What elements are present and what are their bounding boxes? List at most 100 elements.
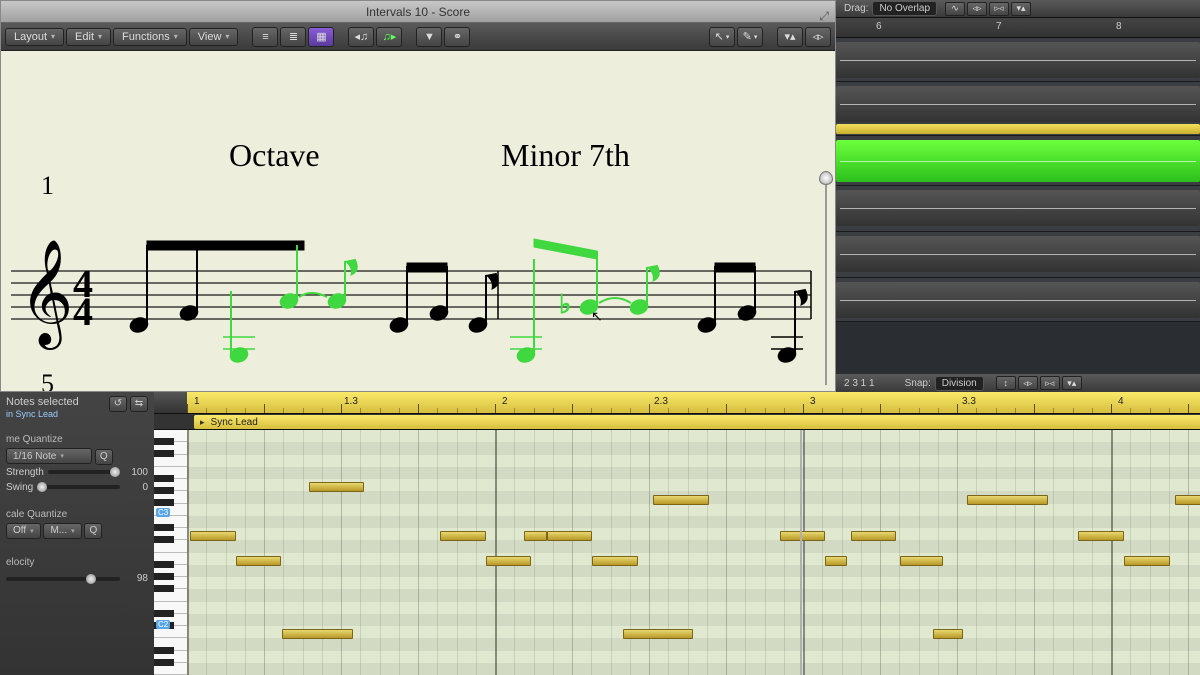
region-name: Sync Lead — [194, 415, 1200, 429]
scale-quantize-button[interactable]: Q — [84, 523, 102, 539]
midi-note[interactable] — [653, 495, 709, 505]
window-titlebar[interactable]: Intervals 10 - Score ⤢ — [1, 1, 835, 23]
time-quantize-value[interactable]: 1/16 Note — [6, 448, 92, 464]
ruler-num: 7 — [996, 21, 1002, 32]
pr-playhead[interactable] — [800, 430, 802, 675]
score-toolbar: Layout Edit Functions View ≡ ≣ ▦ ◂♫ ♫▸ ▼… — [1, 23, 835, 51]
score-playhead[interactable] — [819, 171, 833, 371]
midi-note[interactable] — [309, 482, 365, 492]
midi-note[interactable] — [851, 531, 897, 541]
svg-text:♭: ♭ — [559, 290, 571, 319]
key-label-c3: C3 — [156, 508, 170, 517]
swing-label: Swing — [6, 482, 33, 493]
midi-note[interactable] — [524, 531, 546, 541]
midi-note[interactable] — [592, 556, 638, 566]
midi-note[interactable] — [825, 556, 847, 566]
score-canvas[interactable]: Octave Minor 7th 1 5 𝄞 4 4 — [1, 51, 835, 391]
pointer-tool-icon[interactable]: ↖ — [709, 27, 735, 47]
inspector-header: Notes selected — [6, 396, 79, 408]
loop-icon[interactable]: ↺ — [109, 396, 127, 412]
time-quantize-label: me Quantize — [6, 434, 148, 445]
functions-menu[interactable]: Functions — [113, 28, 187, 46]
track-row[interactable] — [836, 186, 1200, 232]
midi-note[interactable] — [547, 531, 593, 541]
swing-slider[interactable] — [37, 485, 120, 489]
tool-waveform-icon[interactable]: ∿ — [945, 2, 965, 16]
view-mode-1-icon[interactable]: ≡ — [252, 27, 278, 47]
midi-note[interactable] — [623, 629, 694, 639]
velocity-label: elocity — [6, 557, 148, 568]
inspector-sub: in Sync Lead — [6, 409, 58, 419]
catch-icon[interactable]: ▼ — [416, 27, 442, 47]
pr-ruler[interactable]: 1 1.3 2 2.3 3 3.3 4 — [154, 392, 1200, 414]
svg-text:𝄞: 𝄞 — [19, 240, 73, 350]
tool-zoom-h-icon[interactable]: ◃▹ — [1018, 376, 1038, 390]
piano-keyboard[interactable]: C3 C2 — [154, 430, 187, 675]
tool-catch-icon[interactable]: ↕ — [996, 376, 1016, 390]
edit-menu[interactable]: Edit — [66, 28, 111, 46]
ruler-num: 6 — [876, 21, 882, 32]
pr-inspector: Notes selected ↺ ⇆ in Sync Lead me Quant… — [0, 392, 154, 675]
svg-text:4: 4 — [73, 289, 93, 334]
view-mode-2-icon[interactable]: ≣ — [280, 27, 306, 47]
layout-menu[interactable]: Layout — [5, 28, 64, 46]
snap-bar: 2 3 1 1 Snap: Division ↕ ◃▹ ▹◃ ▾▴ — [836, 374, 1200, 392]
midi-note[interactable] — [900, 556, 943, 566]
track-row[interactable] — [836, 232, 1200, 278]
midi-note[interactable] — [967, 495, 1048, 505]
midi-out-icon[interactable]: ♫▸ — [376, 27, 402, 47]
key-label-c2: C2 — [156, 620, 170, 629]
position-readout: 2 3 1 1 — [844, 378, 875, 389]
track-row[interactable] — [836, 38, 1200, 82]
velocity-slider[interactable] — [6, 577, 120, 581]
track-row[interactable] — [836, 122, 1200, 136]
tool-zoom-out-icon[interactable]: ◃▹ — [967, 2, 987, 16]
piano-roll: Notes selected ↺ ⇆ in Sync Lead me Quant… — [0, 392, 1200, 675]
snap-label: Snap: — [905, 378, 931, 389]
arrange-toolbar: Drag: No Overlap ∿ ◃▹ ▹◃ ▾▴ — [836, 0, 1200, 18]
zoom-h-icon[interactable]: ◃▹ — [805, 27, 831, 47]
velocity-value: 98 — [124, 573, 148, 584]
midi-note[interactable] — [236, 556, 282, 566]
track-row[interactable] — [836, 136, 1200, 186]
bar-number: 1 — [41, 171, 54, 201]
strength-slider[interactable] — [48, 470, 120, 474]
interval-label-minor7: Minor 7th — [501, 137, 630, 174]
score-window: Intervals 10 - Score ⤢ Layout Edit Funct… — [0, 0, 836, 392]
pr-note-grid[interactable] — [187, 430, 1200, 675]
view-menu[interactable]: View — [189, 28, 239, 46]
zoom-v-icon[interactable]: ▾▴ — [777, 27, 803, 47]
expand-icon[interactable]: ⤢ — [819, 5, 829, 27]
window-title: Intervals 10 - Score — [366, 5, 470, 19]
midi-note[interactable] — [1078, 531, 1124, 541]
pr-region-bar[interactable]: Sync Lead — [154, 414, 1200, 430]
midi-note[interactable] — [282, 629, 353, 639]
link-icon[interactable]: ⚭ — [444, 27, 470, 47]
midi-note[interactable] — [1175, 495, 1200, 505]
midi-in-icon[interactable]: ◂♫ — [348, 27, 374, 47]
quantize-button[interactable]: Q — [95, 449, 113, 465]
midi-note[interactable] — [486, 556, 532, 566]
arrange-ruler[interactable]: 6 7 8 — [836, 18, 1200, 38]
strength-value: 100 — [124, 467, 148, 478]
tool-zoom-v-icon[interactable]: ▾▴ — [1011, 2, 1031, 16]
tool-zoom-v2-icon[interactable]: ▾▴ — [1062, 376, 1082, 390]
midi-note[interactable] — [933, 629, 963, 639]
midi-note[interactable] — [780, 531, 826, 541]
drag-mode-select[interactable]: No Overlap — [872, 1, 937, 16]
midi-note[interactable] — [190, 531, 236, 541]
midi-note[interactable] — [1124, 556, 1170, 566]
tool-zoom-icon[interactable]: ▹◃ — [989, 2, 1009, 16]
pencil-tool-icon[interactable]: ✎ — [737, 27, 763, 47]
view-mode-page-icon[interactable]: ▦ — [308, 27, 334, 47]
track-row[interactable] — [836, 82, 1200, 122]
scale-quantize-label: cale Quantize — [6, 509, 148, 520]
cycle-icon[interactable]: ⇆ — [130, 396, 148, 412]
midi-note[interactable] — [440, 531, 486, 541]
snap-value-select[interactable]: Division — [935, 376, 984, 391]
tool-zoom-h2-icon[interactable]: ▹◃ — [1040, 376, 1060, 390]
scale-quantize-root[interactable]: Off — [6, 523, 41, 539]
track-row[interactable] — [836, 278, 1200, 322]
scale-quantize-mode[interactable]: M... — [43, 523, 81, 539]
strength-label: Strength — [6, 467, 44, 478]
